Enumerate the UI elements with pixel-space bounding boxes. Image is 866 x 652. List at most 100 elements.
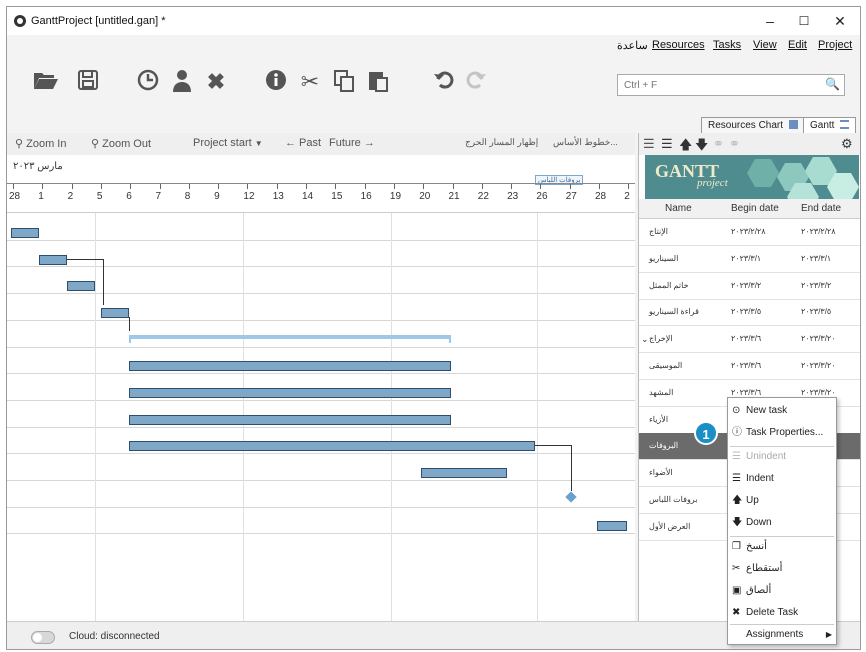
- menu-unindent[interactable]: ☰ Unindent: [728, 446, 836, 468]
- task-bar-reading[interactable]: [101, 308, 129, 318]
- menu-help[interactable]: ساعدة: [617, 39, 648, 52]
- past-button[interactable]: ← Past: [285, 137, 321, 149]
- task-bar-costumes[interactable]: [129, 415, 451, 425]
- table-row[interactable]: الموسيقى ٢٠٢٣/٣/٦ ٢٠٢٣/٣/٢٠: [639, 353, 860, 380]
- undo-icon[interactable]: [431, 69, 457, 95]
- day-label: 19: [389, 191, 402, 202]
- table-row[interactable]: السيناريو ٢٠٢٣/٣/١ ٢٠٢٣/٣/١: [639, 246, 860, 273]
- menu-up[interactable]: 🡅 Up: [728, 490, 836, 512]
- menu-new-task[interactable]: ⊙ New task: [728, 400, 836, 422]
- table-row[interactable]: الإنتاج ٢٠٢٣/٢/٢٨ ٢٠٢٣/٢/٢٨: [639, 219, 860, 246]
- menu-cut[interactable]: ✂ أستقطاع: [728, 558, 836, 580]
- menu-view[interactable]: View: [753, 39, 777, 51]
- menu-copy[interactable]: ❐ أنسخ: [728, 536, 836, 558]
- unlink-icon[interactable]: ⚭: [729, 136, 740, 152]
- app-icon: [14, 15, 26, 27]
- task-bar-script[interactable]: [39, 255, 67, 265]
- chevron-down-icon: ▼: [254, 139, 263, 148]
- delete-icon[interactable]: ✖: [203, 69, 229, 95]
- zoom-out-button[interactable]: ⚲ Zoom Out: [91, 137, 151, 150]
- tab-resources-chart[interactable]: Resources Chart: [701, 117, 805, 133]
- search-box[interactable]: 🔍: [617, 74, 845, 96]
- critical-path-button[interactable]: إظهار المسار الحرج: [465, 137, 538, 148]
- cut-icon: ✂: [732, 563, 741, 574]
- menu-tasks[interactable]: Tasks: [713, 39, 741, 51]
- gantt-tab-icon: [840, 120, 850, 129]
- open-folder-icon[interactable]: [33, 69, 59, 95]
- cell-name: قراءة السيناريو: [649, 307, 699, 317]
- tab-gantt[interactable]: Gantt: [803, 117, 857, 133]
- task-bar-premiere[interactable]: [597, 521, 627, 531]
- arrow-down-icon: 🡇: [732, 517, 743, 528]
- milestone-dress-rehearsal[interactable]: [565, 491, 577, 503]
- cell-name: الإنتاج: [649, 227, 669, 236]
- cell-name: خاتم الممثل: [649, 280, 689, 290]
- expand-chevron-icon[interactable]: ⌄: [641, 334, 649, 345]
- minimize-button[interactable]: –: [755, 11, 785, 31]
- menu-paste[interactable]: ▣ ألصاق: [728, 580, 836, 602]
- day-label: 27: [565, 191, 577, 202]
- callout-badge: 1: [694, 421, 718, 445]
- redo-icon[interactable]: [463, 69, 489, 95]
- copy-icon: ❐: [732, 541, 741, 552]
- menu-project[interactable]: Project: [818, 39, 852, 51]
- project-start-button[interactable]: Project start ▼: [193, 137, 263, 149]
- task-bar-production[interactable]: [11, 228, 39, 238]
- cell-end: ٢٠٢٣/٣/٥: [801, 307, 832, 317]
- task-bar-lighting[interactable]: [421, 468, 507, 478]
- table-row[interactable]: الإخراج ٢٠٢٣/٣/٦ ٢٠٢٣/٣/٢٠ ⌄: [639, 326, 860, 354]
- task-bar-directing-summary[interactable]: [129, 335, 451, 339]
- col-begin[interactable]: Begin date: [731, 203, 779, 214]
- task-bar-rehearsals[interactable]: [129, 441, 535, 451]
- zoom-in-icon: ⚲: [15, 138, 24, 150]
- cut-icon[interactable]: ✂: [297, 69, 323, 95]
- menu-down[interactable]: 🡇 Down: [728, 512, 836, 534]
- menu-assignments[interactable]: Assignments ▶: [728, 624, 836, 646]
- clock-icon[interactable]: [135, 69, 161, 95]
- context-menu: ⊙ New task ⓘ Task Properties... ☰ Uninde…: [727, 397, 837, 645]
- paste-icon[interactable]: [365, 69, 391, 95]
- day-label: 28: [9, 191, 21, 202]
- info-icon[interactable]: [263, 69, 289, 95]
- search-icon[interactable]: 🔍: [825, 77, 840, 91]
- zoom-in-button[interactable]: ⚲ Zoom In: [15, 137, 66, 150]
- menu-up-label: Up: [746, 495, 759, 506]
- menu-task-properties[interactable]: ⓘ Task Properties...: [728, 422, 836, 444]
- menu-indent[interactable]: ☰ Indent: [728, 468, 836, 490]
- baselines-button[interactable]: خطوط الأساس...: [553, 137, 618, 148]
- gear-icon[interactable]: ⚙: [841, 136, 853, 152]
- row-separator: [7, 427, 635, 428]
- day-label: 8: [184, 191, 191, 202]
- view-tabs: Resources Chart Gantt: [7, 111, 860, 133]
- link-icon[interactable]: ⚭: [713, 136, 724, 152]
- search-input[interactable]: [618, 75, 818, 95]
- menu-resources[interactable]: Resources: [652, 39, 705, 51]
- cell-name: الموسيقى: [649, 361, 683, 370]
- person-icon[interactable]: [169, 69, 195, 95]
- chevron-right-icon: ▶: [825, 630, 832, 639]
- task-bar-music[interactable]: [129, 361, 451, 371]
- paste-icon: ▣: [732, 585, 742, 596]
- future-button[interactable]: Future →: [329, 137, 375, 149]
- copy-icon[interactable]: [331, 69, 357, 95]
- table-row[interactable]: خاتم الممثل ٢٠٢٣/٣/٢ ٢٠٢٣/٣/٢: [639, 273, 860, 300]
- maximize-button[interactable]: ☐: [789, 11, 819, 31]
- col-name[interactable]: Name: [665, 203, 692, 214]
- gantt-chart[interactable]: [7, 213, 635, 621]
- new-task-icon: ⊙: [732, 405, 741, 416]
- cloud-toggle[interactable]: [31, 631, 55, 644]
- menu-delete-task[interactable]: ✖ Delete Task: [728, 602, 836, 624]
- col-end[interactable]: End date: [801, 203, 841, 214]
- save-icon[interactable]: [75, 69, 101, 95]
- table-row[interactable]: قراءة السيناريو ٢٠٢٣/٣/٥ ٢٠٢٣/٣/٥: [639, 299, 860, 327]
- unindent-icon[interactable]: ☰: [643, 136, 655, 152]
- task-bar-scene[interactable]: [129, 388, 451, 398]
- day-label: 7: [155, 191, 162, 202]
- menu-copy-label: أنسخ: [746, 541, 767, 552]
- close-button[interactable]: ✕: [825, 11, 855, 31]
- task-bar-actor[interactable]: [67, 281, 95, 291]
- indent-icon[interactable]: ☰: [661, 136, 673, 152]
- day-label: 28: [595, 191, 607, 202]
- summary-end-left: [129, 335, 131, 343]
- menu-edit[interactable]: Edit: [788, 39, 807, 51]
